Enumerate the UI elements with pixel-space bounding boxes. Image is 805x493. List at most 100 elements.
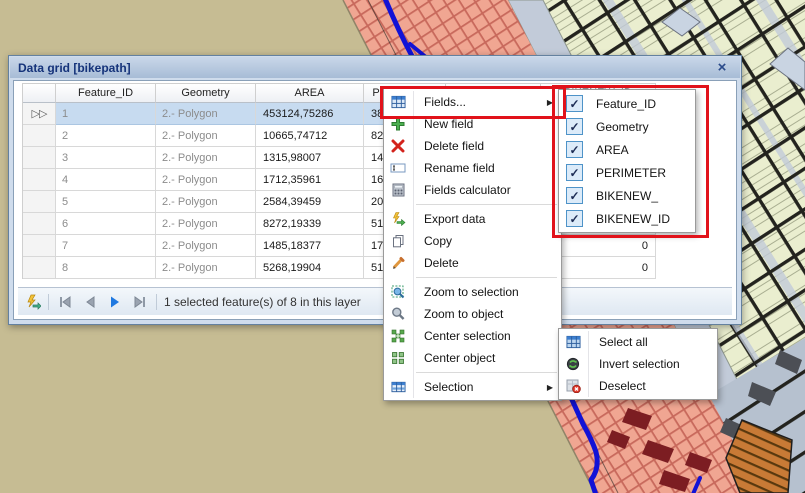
menu-item-center-object[interactable]: Center object xyxy=(385,347,560,369)
apply-changes-icon[interactable] xyxy=(25,294,41,310)
row-indicator[interactable] xyxy=(23,147,56,169)
row-indicator[interactable] xyxy=(23,235,56,257)
menu-item-zoom-to-object[interactable]: Zoom to object xyxy=(385,303,560,325)
table-cell[interactable]: 453124,75286 xyxy=(256,103,364,125)
window-titlebar[interactable]: Data grid [bikepath] xyxy=(10,57,740,78)
table-cell[interactable]: 2.- Polygon xyxy=(156,191,256,213)
row-indicator[interactable] xyxy=(23,169,56,191)
checkbox-checked-icon[interactable]: ✓ xyxy=(566,164,583,181)
menu-item-selection[interactable]: Selection ▶ xyxy=(385,376,560,398)
table-cell[interactable]: 10665,74712 xyxy=(256,125,364,147)
menu-item-label: Zoom to object xyxy=(424,307,503,321)
menu-item-new-field[interactable]: New field xyxy=(385,113,560,135)
next-record-button[interactable] xyxy=(106,293,124,311)
menu-item-zoom-to-selection[interactable]: Zoom to selection xyxy=(385,281,560,303)
table-cell[interactable]: 4 xyxy=(56,169,156,191)
menu-item-label: Copy xyxy=(424,234,452,248)
checkbox-checked-icon[interactable]: ✓ xyxy=(566,210,583,227)
menu-item-select-all[interactable]: Select all xyxy=(560,331,716,353)
menu-item-label: Selection xyxy=(424,380,473,394)
table-cell[interactable]: 2.- Polygon xyxy=(156,147,256,169)
menu-item-copy[interactable]: Copy xyxy=(385,230,560,252)
table-cell[interactable]: 7 xyxy=(56,235,156,257)
menu-item-label: Center object xyxy=(424,351,495,365)
deselect-icon xyxy=(560,379,586,393)
table-cell[interactable]: 2.- Polygon xyxy=(156,257,256,279)
menu-separator xyxy=(416,372,557,373)
field-toggle-geometry[interactable]: ✓ Geometry xyxy=(559,115,695,138)
first-record-button[interactable] xyxy=(56,293,74,311)
checkbox-checked-icon[interactable]: ✓ xyxy=(566,141,583,158)
menu-item-delete-field[interactable]: Delete field xyxy=(385,135,560,157)
selection-table-icon xyxy=(385,381,411,393)
table-cell[interactable]: 2 xyxy=(56,125,156,147)
checkbox-checked-icon[interactable]: ✓ xyxy=(566,187,583,204)
row-indicator[interactable] xyxy=(23,257,56,279)
field-label: PERIMETER xyxy=(596,166,666,180)
field-label: AREA xyxy=(596,143,629,157)
field-label: Feature_ID xyxy=(596,97,656,111)
column-header-feature-id[interactable]: Feature_ID xyxy=(56,84,156,103)
menu-separator xyxy=(416,204,557,205)
menu-item-label: Fields... xyxy=(424,95,466,109)
menu-item-delete[interactable]: Delete xyxy=(385,252,560,274)
table-cell[interactable]: 1315,98007 xyxy=(256,147,364,169)
status-bar: 1 selected feature(s) of 8 in this layer xyxy=(18,287,732,315)
field-toggle-bikenew[interactable]: ✓ BIKENEW_ xyxy=(559,184,695,207)
center-selection-icon xyxy=(385,329,411,343)
table-cell[interactable]: 2.- Polygon xyxy=(156,235,256,257)
menu-item-label: Deselect xyxy=(599,379,646,393)
menu-item-label: Export data xyxy=(424,212,485,226)
row-indicator[interactable] xyxy=(23,191,56,213)
menu-item-rename-field[interactable]: Rename field xyxy=(385,157,560,179)
row-indicator[interactable] xyxy=(23,213,56,235)
table-cell[interactable]: 1712,35961 xyxy=(256,169,364,191)
close-icon[interactable]: × xyxy=(713,58,731,76)
menu-item-label: Invert selection xyxy=(599,357,680,371)
column-header-area[interactable]: AREA xyxy=(256,84,364,103)
window-title: Data grid [bikepath] xyxy=(18,61,131,75)
table-cell[interactable]: 5268,19904 xyxy=(256,257,364,279)
menu-item-deselect[interactable]: Deselect xyxy=(560,375,716,397)
table-cell[interactable]: 2.- Polygon xyxy=(156,103,256,125)
row-indicator[interactable]: ▷▷ xyxy=(23,103,56,125)
new-field-icon xyxy=(385,117,411,131)
table-cell[interactable]: 8272,19339 xyxy=(256,213,364,235)
menu-item-label: Fields calculator xyxy=(424,183,511,197)
field-toggle-area[interactable]: ✓ AREA xyxy=(559,138,695,161)
column-header-corner[interactable] xyxy=(23,84,56,103)
submenu-arrow-icon: ▶ xyxy=(547,383,553,392)
table-cell[interactable]: 2584,39459 xyxy=(256,191,364,213)
column-header-geometry[interactable]: Geometry xyxy=(156,84,256,103)
table-cell[interactable]: 2.- Polygon xyxy=(156,169,256,191)
field-toggle-bikenew-id[interactable]: ✓ BIKENEW_ID xyxy=(559,207,695,230)
select-all-icon xyxy=(560,335,586,349)
field-toggle-feature-id[interactable]: ✓ Feature_ID xyxy=(559,92,695,115)
fields-table-icon xyxy=(385,95,411,109)
menu-item-export-data[interactable]: Export data xyxy=(385,208,560,230)
last-record-button[interactable] xyxy=(131,293,149,311)
table-cell[interactable]: 3 xyxy=(56,147,156,169)
menu-item-fields-calculator[interactable]: Fields calculator xyxy=(385,179,560,201)
menu-item-label: Select all xyxy=(599,335,648,349)
table-cell[interactable]: 1485,18377 xyxy=(256,235,364,257)
checkbox-checked-icon[interactable]: ✓ xyxy=(566,95,583,112)
delete-icon xyxy=(385,256,411,270)
delete-field-icon xyxy=(385,139,411,153)
menu-item-label: New field xyxy=(424,117,473,131)
row-indicator[interactable] xyxy=(23,125,56,147)
menu-item-center-selection[interactable]: Center selection xyxy=(385,325,560,347)
table-cell[interactable]: 2.- Polygon xyxy=(156,125,256,147)
table-cell[interactable]: 5 xyxy=(56,191,156,213)
menu-item-fields[interactable]: Fields... ▶ xyxy=(385,91,560,113)
menu-separator xyxy=(416,277,557,278)
table-cell[interactable]: 1 xyxy=(56,103,156,125)
previous-record-button[interactable] xyxy=(81,293,99,311)
menu-item-invert-selection[interactable]: Invert selection xyxy=(560,353,716,375)
table-cell[interactable]: 2.- Polygon xyxy=(156,213,256,235)
checkbox-checked-icon[interactable]: ✓ xyxy=(566,118,583,135)
field-toggle-perimeter[interactable]: ✓ PERIMETER xyxy=(559,161,695,184)
table-cell[interactable]: 6 xyxy=(56,213,156,235)
table-cell[interactable]: 8 xyxy=(56,257,156,279)
selection-status-text: 1 selected feature(s) of 8 in this layer xyxy=(164,295,361,309)
